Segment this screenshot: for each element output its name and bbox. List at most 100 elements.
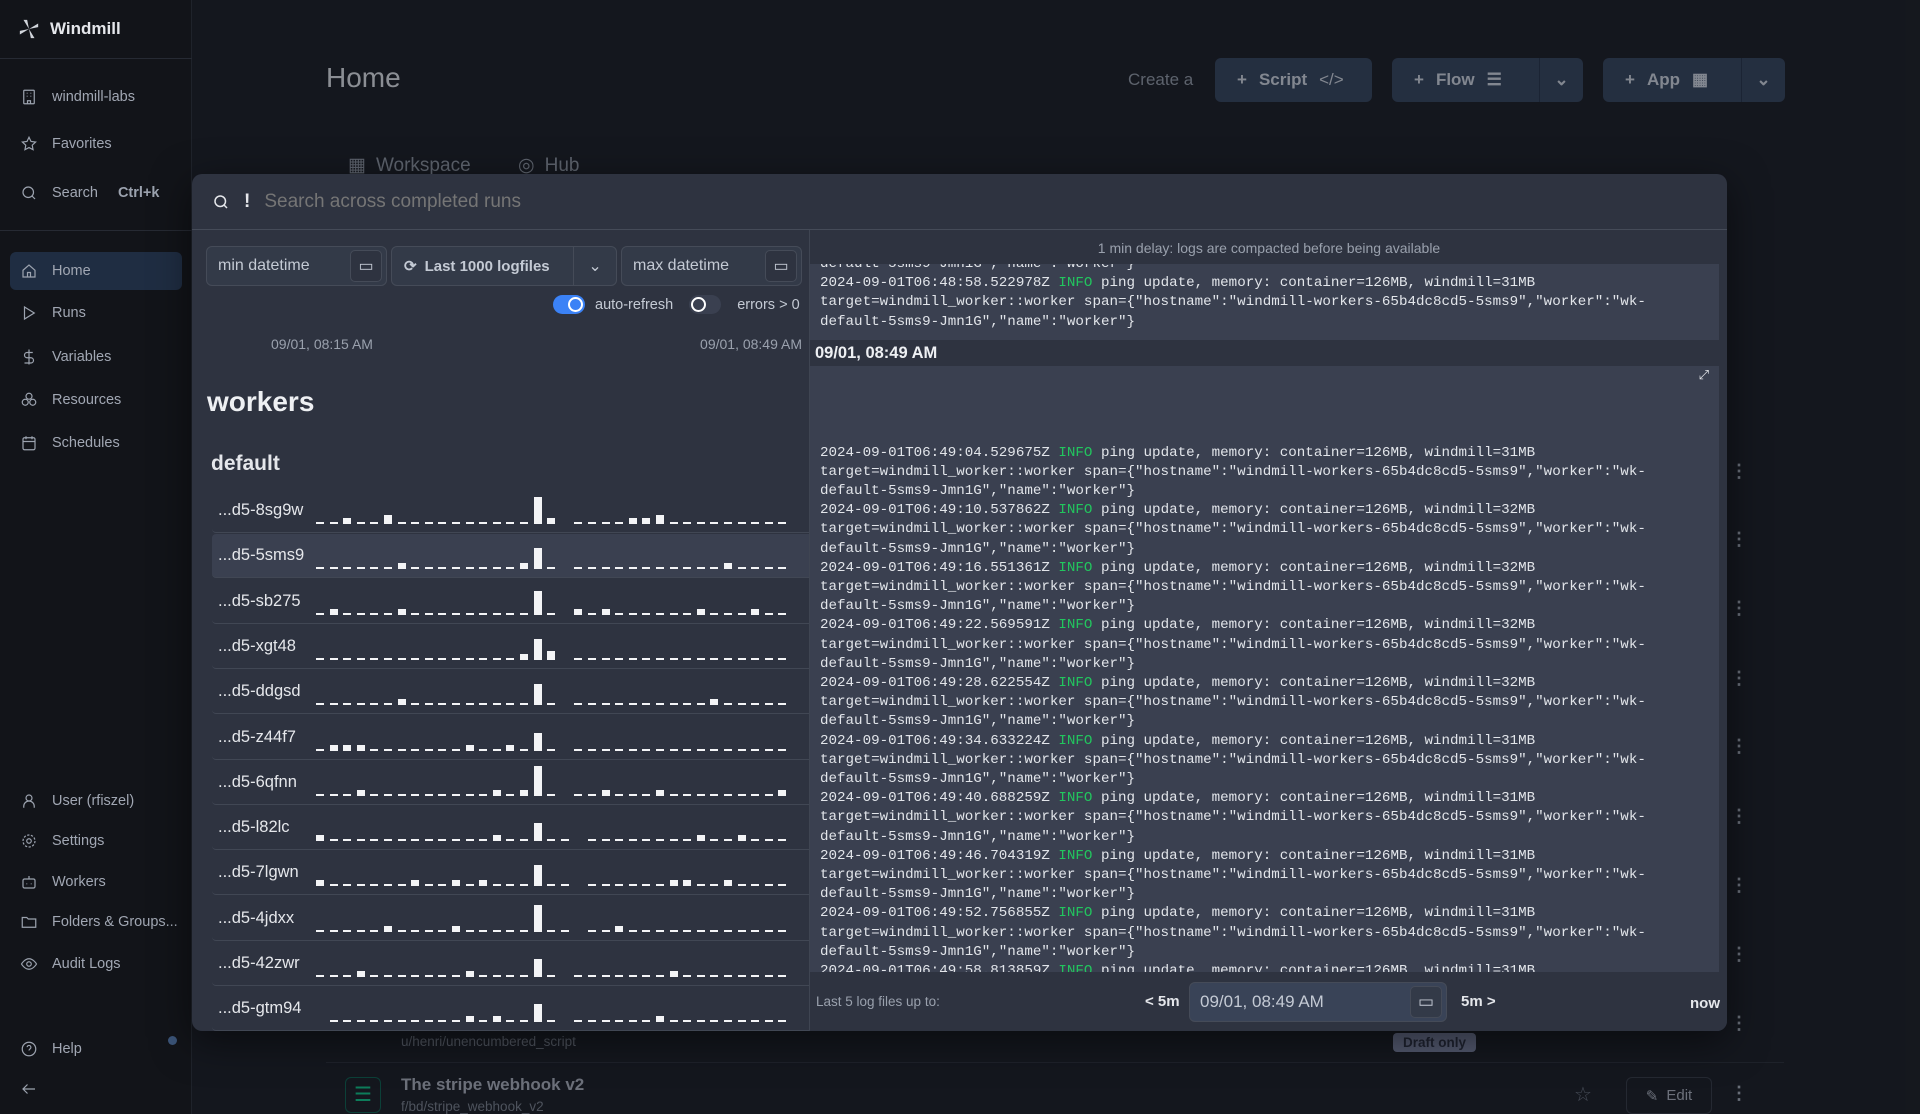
sparkline-bar[interactable] — [316, 703, 324, 706]
sparkline-bar[interactable] — [384, 567, 392, 570]
sparkline-bar[interactable] — [669, 793, 678, 796]
sparkline-bar[interactable] — [737, 748, 746, 751]
sparkline-bar[interactable] — [397, 522, 406, 524]
sparkline-bar[interactable] — [737, 1020, 746, 1023]
sparkline-bar[interactable] — [316, 929, 324, 932]
sparkline-bar[interactable] — [329, 567, 338, 570]
sparkline-bar[interactable] — [751, 884, 760, 887]
sparkline-bar[interactable] — [492, 789, 501, 796]
sparkline-bar[interactable] — [588, 567, 596, 570]
calendar-icon[interactable]: ▭ — [765, 250, 797, 282]
sparkline-bar[interactable] — [710, 657, 719, 660]
sparkline-bar[interactable] — [438, 975, 447, 977]
sparkline-bar[interactable] — [533, 684, 542, 706]
sparkline-bar[interactable] — [506, 929, 515, 932]
sparkline-bar[interactable] — [601, 929, 610, 932]
sparkline-bar[interactable] — [574, 1020, 583, 1023]
sparkline-bar[interactable] — [560, 839, 569, 842]
sparkline-bar[interactable] — [465, 703, 474, 706]
sparkline-bar[interactable] — [329, 793, 338, 796]
sparkline-bar[interactable] — [764, 703, 773, 706]
sparkline-bar[interactable] — [438, 839, 447, 842]
sparkline-bar[interactable] — [628, 839, 637, 842]
sparkline-bar[interactable] — [411, 567, 420, 570]
sparkline-bar[interactable] — [601, 884, 610, 887]
sparkline-bar[interactable] — [778, 612, 787, 615]
sparkline-bar[interactable] — [384, 975, 392, 977]
sparkline-bar[interactable] — [356, 971, 365, 977]
sparkline-bar[interactable] — [356, 522, 365, 524]
sparkline-bar[interactable] — [656, 657, 664, 660]
sparkline-bar[interactable] — [370, 929, 379, 932]
sparkline-bar[interactable] — [424, 929, 433, 932]
sparkline-bar[interactable] — [710, 975, 719, 977]
sparkline-bar[interactable] — [601, 1020, 610, 1023]
sparkline-bar[interactable] — [397, 884, 406, 887]
sparkline-bar[interactable] — [751, 567, 760, 570]
sparkline-bar[interactable] — [438, 567, 447, 570]
errors-toggle[interactable] — [689, 295, 722, 314]
sparkline-bar[interactable] — [615, 522, 624, 524]
sparkline-bar[interactable] — [588, 748, 596, 751]
sparkline-bar[interactable] — [479, 880, 488, 887]
sparkline-bar[interactable] — [751, 748, 760, 751]
sparkline-bar[interactable] — [329, 975, 338, 977]
sparkline-bar[interactable] — [642, 1020, 651, 1023]
sidebar-item-workers[interactable]: Workers — [10, 863, 182, 901]
sparkline-bar[interactable] — [465, 839, 474, 842]
sparkline-bar[interactable] — [465, 567, 474, 570]
sparkline-bar[interactable] — [506, 975, 515, 977]
sparkline-bar[interactable] — [411, 657, 420, 660]
sparkline-bar[interactable] — [764, 748, 773, 751]
sparkline-bar[interactable] — [479, 703, 488, 706]
sparkline-bar[interactable] — [397, 657, 406, 660]
sparkline-bar[interactable] — [724, 522, 732, 524]
sparkline-bar[interactable] — [737, 703, 746, 706]
sparkline-bar[interactable] — [520, 703, 528, 706]
sparkline-bar[interactable] — [751, 975, 760, 977]
sparkline-bar[interactable] — [547, 518, 556, 524]
sparkline-bar[interactable] — [751, 1020, 760, 1023]
sparkline-bar[interactable] — [465, 929, 474, 932]
sparkline-bar[interactable] — [656, 515, 664, 524]
sparkline-bar[interactable] — [628, 975, 637, 977]
chevron-down-icon[interactable]: ⌄ — [574, 256, 616, 276]
sparkline-bar[interactable] — [628, 612, 637, 615]
sparkline-bar[interactable] — [343, 657, 352, 660]
sparkline-bar[interactable] — [601, 839, 610, 842]
sparkline-bar[interactable] — [492, 975, 501, 977]
sparkline-bar[interactable] — [669, 971, 678, 977]
sparkline-bar[interactable] — [520, 884, 528, 887]
sparkline-bar[interactable] — [683, 567, 692, 570]
sparkline-bar[interactable] — [506, 612, 515, 615]
sparkline-bar[interactable] — [642, 612, 651, 615]
sparkline-bar[interactable] — [764, 567, 773, 570]
sparkline-bar[interactable] — [628, 748, 637, 751]
sparkline-bar[interactable] — [533, 732, 542, 751]
sparkline-bar[interactable] — [778, 929, 787, 932]
sparkline-bar[interactable] — [533, 765, 542, 796]
sparkline-bar[interactable] — [642, 975, 651, 977]
sparkline-bar[interactable] — [384, 884, 392, 887]
sparkline-bar[interactable] — [547, 884, 556, 887]
sparkline-bar[interactable] — [588, 703, 596, 706]
sparkline-bar[interactable] — [424, 839, 433, 842]
sparkline-bar[interactable] — [710, 522, 719, 524]
sparkline-bar[interactable] — [683, 522, 692, 524]
sparkline-bar[interactable] — [751, 657, 760, 660]
sparkline-bar[interactable] — [438, 929, 447, 932]
sparkline-bar[interactable] — [465, 612, 474, 615]
sparkline-bar[interactable] — [696, 657, 705, 660]
sparkline-bar[interactable] — [465, 744, 474, 751]
sparkline-bar[interactable] — [411, 612, 420, 615]
sparkline-bar[interactable] — [452, 612, 460, 615]
sparkline-bar[interactable] — [479, 612, 488, 615]
sparkline-bar[interactable] — [356, 657, 365, 660]
sparkline-bar[interactable] — [696, 1020, 705, 1023]
sparkline-bar[interactable] — [452, 793, 460, 796]
sparkline-bar[interactable] — [588, 793, 596, 796]
sparkline-bar[interactable] — [438, 884, 447, 887]
sparkline-bar[interactable] — [547, 703, 556, 706]
max-datetime-field[interactable]: max datetime ▭ — [621, 246, 802, 286]
sparkline-bar[interactable] — [438, 793, 447, 796]
